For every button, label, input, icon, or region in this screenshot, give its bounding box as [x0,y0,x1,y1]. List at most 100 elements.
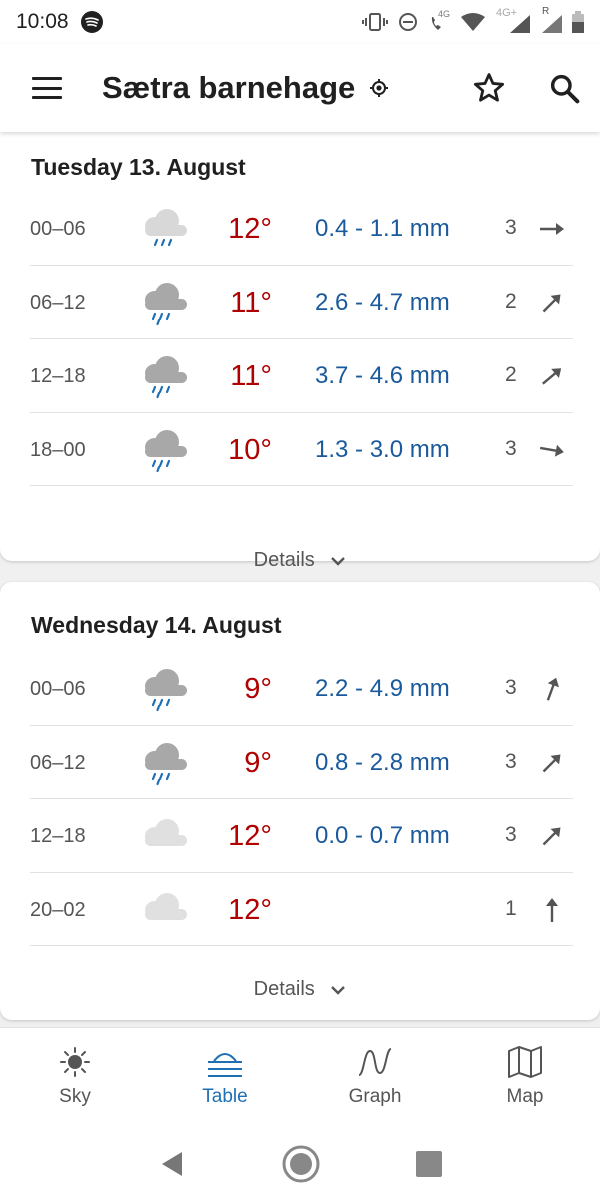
period-time: 06–12 [30,751,86,774]
star-icon[interactable] [472,71,506,105]
forecast-row[interactable]: 18–00 10° 1.3 - 3.0 mm 3 [30,413,573,486]
system-navigation [0,1127,600,1200]
vibrate-icon [362,13,388,31]
day-card: Wednesday 14. August 00–06 9° 2.2 - 4.9 … [0,582,600,1020]
status-bar: 10:08 4G 4G+ R [0,0,600,44]
rain-cloud-icon [145,669,187,712]
rain-cloud-icon [145,742,187,785]
temperature: 12° [228,893,272,926]
wind-arrow-icon [542,294,561,312]
nav-label: Map [506,1086,544,1107]
signal-4g-icon: 4G+ [496,7,530,33]
nav-item-map[interactable]: Map [450,1028,600,1127]
app-bar: Sætra barnehage [0,44,600,132]
details-label: Details [253,549,315,571]
recents-icon[interactable] [416,1150,443,1177]
rain-cloud-icon [145,282,187,325]
nav-item-table[interactable]: Table [150,1028,300,1127]
table-icon [206,1044,244,1080]
volte-call-icon: 4G [428,9,450,32]
wind-speed: 2 [505,289,517,313]
forecast-row[interactable]: 12–18 11° 3.7 - 4.6 mm 2 [30,339,573,413]
period-time: 12–18 [30,825,86,847]
forecast-row[interactable]: 12–18 12° 0.0 - 0.7 mm 3 [30,799,573,873]
forecast-list[interactable]: Tuesday 13. August 00–06 12° 0.4 - 1.1 m… [0,132,600,1027]
cloud-icon [145,819,187,846]
rain-cloud-icon [145,356,187,399]
day-date: Wednesday 14. August [31,612,282,638]
temperature: 10° [228,433,272,466]
graph-icon [356,1044,394,1080]
rain-cloud-icon [145,429,187,472]
details-label: Details [253,978,315,1000]
search-icon[interactable] [548,72,580,104]
wind-speed: 3 [505,436,517,460]
forecast-rows: 00–06 9° 2.2 - 4.9 mm 3 06–12 9° 0.8 - 2… [30,652,573,946]
wind-speed: 3 [505,216,517,239]
wind-arrow-icon [542,368,562,385]
wind-speed: 3 [505,823,517,846]
cloud-icon [145,892,187,920]
status-time: 10:08 [16,10,69,33]
period-time: 06–12 [30,291,86,314]
map-icon [507,1044,543,1080]
temperature: 9° [244,673,272,705]
status-icons: 4G 4G+ R [362,6,584,33]
forecast-row[interactable]: 00–06 9° 2.2 - 4.9 mm 3 [30,652,573,726]
light-rain-cloud-icon [145,209,187,247]
precipitation: 0.8 - 2.8 mm [315,748,450,776]
nav-item-graph[interactable]: Graph [300,1028,450,1127]
bottom-navigation: Sky Table Graph Map [0,1027,600,1127]
precipitation: 1.3 - 3.0 mm [315,435,450,463]
wind-arrow-icon [540,223,564,235]
period-time: 00–06 [30,218,86,240]
battery-icon [572,11,584,33]
wind-arrow-icon [546,677,560,701]
wind-arrow-icon [542,827,561,846]
precipitation: 2.2 - 4.9 mm [315,675,450,702]
precipitation: 0.0 - 0.7 mm [315,822,450,849]
spotify-icon [80,11,103,33]
location-title: Sætra barnehage [102,70,356,105]
details-button[interactable]: Details [0,978,600,1001]
location-icon[interactable] [369,78,389,98]
forecast-rows: 00–06 12° 0.4 - 1.1 mm 3 06–12 11° 2.6 -… [30,192,573,486]
nav-item-sky[interactable]: Sky [0,1028,150,1127]
wind-arrow-icon [542,754,561,772]
temperature: 12° [228,820,272,852]
period-time: 20–02 [30,898,86,921]
wind-arrow-icon [539,444,564,457]
forecast-row[interactable]: 06–12 9° 0.8 - 2.8 mm 3 [30,726,573,799]
sun-icon [58,1044,92,1080]
precipitation: 3.7 - 4.6 mm [315,362,450,389]
period-time: 00–06 [30,678,86,700]
precipitation: 0.4 - 1.1 mm [315,215,450,242]
nav-label: Graph [348,1086,402,1107]
home-icon[interactable] [281,1144,321,1184]
period-time: 12–18 [30,365,86,387]
temperature: 12° [228,213,272,245]
temperature: 11° [230,286,272,319]
wind-speed: 2 [505,363,517,386]
forecast-row[interactable]: 20–02 12° 1 [30,873,573,946]
back-icon[interactable] [158,1150,186,1178]
temperature: 11° [230,360,272,392]
temperature: 9° [244,746,272,779]
wind-speed: 1 [505,896,517,920]
period-time: 18–00 [30,438,86,461]
wind-speed: 3 [505,676,517,699]
day-card: Tuesday 13. August 00–06 12° 0.4 - 1.1 m… [0,132,600,571]
signal-roaming-icon: R [540,6,562,33]
nav-label: Table [202,1086,248,1107]
nav-label: Sky [59,1086,91,1107]
menu-icon[interactable] [32,77,62,99]
day-date: Tuesday 13. August [31,154,246,180]
chevron-down-icon [331,985,346,995]
wind-speed: 3 [505,749,517,773]
forecast-row[interactable]: 00–06 12° 0.4 - 1.1 mm 3 [30,192,573,266]
forecast-row[interactable]: 06–12 11° 2.6 - 4.7 mm 2 [30,266,573,339]
do-not-disturb-icon [399,13,417,31]
details-button[interactable]: Details [0,549,600,572]
wind-arrow-icon [546,897,558,922]
wifi-icon [461,13,485,31]
